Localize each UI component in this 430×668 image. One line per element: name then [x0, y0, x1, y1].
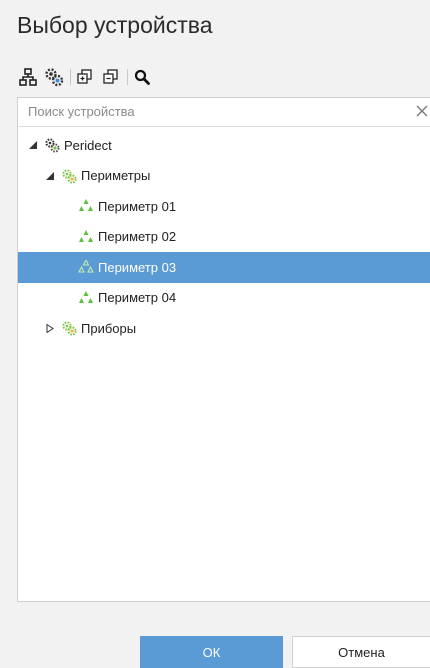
search-button[interactable]	[131, 66, 153, 88]
collapsed-triangle-icon[interactable]	[45, 323, 55, 333]
perimeter-icon	[78, 229, 94, 245]
tree-node-devices[interactable]: Приборы	[18, 313, 430, 344]
ok-button[interactable]: ОК	[140, 636, 283, 668]
toolbar-separator	[70, 69, 71, 85]
close-icon	[416, 105, 428, 117]
tree-node-label: Периметр 04	[98, 290, 177, 306]
green-gears-icon	[61, 320, 77, 336]
toolbar-separator	[127, 69, 128, 85]
tree-node-perimeter-01[interactable]: Периметр 01	[18, 191, 430, 222]
search-bar	[18, 98, 430, 127]
device-selection-dialog: Выбор устройства Поиск устройства Peride…	[0, 0, 430, 668]
cancel-button[interactable]: Отмена	[292, 636, 430, 668]
green-gears-icon	[61, 168, 77, 184]
search-icon	[134, 69, 150, 85]
dialog-title: Выбор устройства	[17, 12, 213, 38]
collapse-all-button[interactable]	[100, 66, 122, 88]
tree-node-perimeter-04[interactable]: Периметр 04	[18, 283, 430, 314]
tree-node-label: Периметр 02	[98, 229, 177, 245]
tree-node-perimeter-03[interactable]: Периметр 03	[18, 252, 430, 283]
expanded-triangle-icon[interactable]	[28, 140, 38, 150]
perimeter-icon	[78, 198, 94, 214]
device-settings-icon	[45, 68, 64, 87]
tree-node-label: Peridect	[64, 137, 112, 153]
tree-node-perimeters[interactable]: Периметры	[18, 161, 430, 192]
tree-node-perimeter-02[interactable]: Периметр 02	[18, 222, 430, 253]
tree-node-label: Приборы	[81, 320, 137, 336]
tree-view-icon	[19, 68, 37, 86]
clear-search-button[interactable]	[413, 102, 430, 120]
device-tree: Peridect Периметры Периметр 01 Периметр …	[18, 127, 430, 344]
device-settings-button[interactable]	[43, 66, 65, 88]
tree-node-label: Периметр 01	[98, 198, 177, 214]
device-tree-panel: Peridect Периметры	[17, 97, 430, 602]
expand-all-button[interactable]	[74, 66, 96, 88]
tree-node-root[interactable]: Peridect	[18, 130, 430, 161]
gear-cluster-icon	[44, 137, 60, 153]
tree-node-label: Периметры	[81, 168, 151, 184]
toolbar	[17, 66, 157, 88]
perimeter-icon	[78, 290, 94, 306]
collapse-all-icon	[103, 69, 118, 84]
tree-view-button[interactable]	[17, 66, 39, 88]
tree-node-label: Периметр 03	[98, 259, 177, 275]
expanded-triangle-icon[interactable]	[45, 171, 55, 181]
search-input[interactable]	[18, 98, 388, 125]
dialog-buttons: ОК Отмена	[0, 636, 430, 668]
expand-all-icon	[77, 69, 92, 84]
perimeter-icon	[78, 259, 94, 275]
